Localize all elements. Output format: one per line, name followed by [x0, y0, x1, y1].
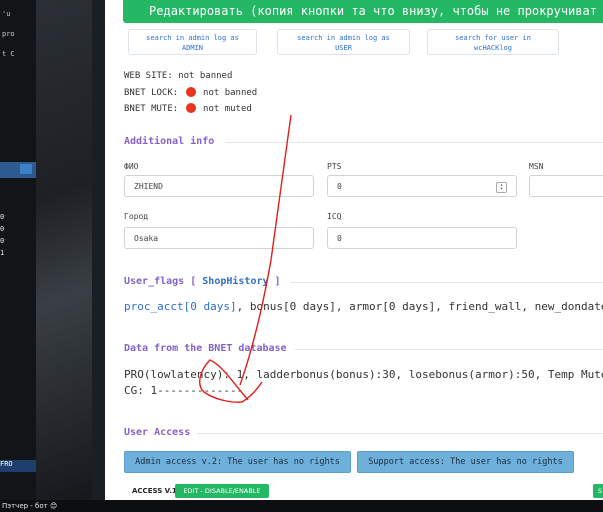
button-line: search in admin log as [146, 34, 239, 42]
msn-label: MSN [529, 162, 544, 171]
bnet-mute-label: BNET MUTE: [124, 104, 179, 114]
background-snippet: t C [2, 50, 15, 58]
background-row: 0 [0, 213, 5, 221]
status-dot-icon [185, 103, 196, 113]
admin-access-button[interactable]: Admin access v.2: The user has no rights [124, 451, 351, 473]
section-divider [197, 433, 603, 434]
msn-input[interactable] [529, 175, 603, 197]
website-status: WEB SITE: not banned [124, 71, 233, 81]
icq-label: ICQ [327, 212, 342, 221]
background-row: 0 [0, 225, 5, 233]
bnet-mute-value: not muted [203, 104, 252, 114]
spinner-icon[interactable]: ▴ ▾ [496, 182, 507, 193]
city-input[interactable]: Osaka [124, 227, 314, 249]
support-access-button[interactable]: Support access: The user has no rights [357, 451, 574, 473]
search-admin-log-admin-button[interactable]: search in admin log as ADMIN [128, 29, 257, 55]
button-line: search in admin log as [297, 34, 390, 42]
bnet-mute-status: BNET MUTE: not muted [124, 103, 252, 114]
user-flags-list: proc_acct[0 days], bonus[0 days], armor[… [124, 300, 603, 313]
section-divider [290, 282, 603, 283]
background-row: 0 [0, 237, 5, 245]
edit-top-button[interactable]: Редактировать (копия кнопки та что внизу… [123, 0, 603, 23]
bnet-lock-status: BNET LOCK: not banned [124, 87, 257, 98]
pts-input[interactable]: 0 ▴ ▾ [327, 175, 517, 197]
button-line: USER [335, 44, 352, 52]
user-access-title: User Access [124, 427, 191, 438]
background-row: 1 [0, 249, 5, 257]
user-flags-title-end: ] [274, 276, 281, 287]
background-snippet: pro [2, 30, 15, 38]
bnet-lock-label: BNET LOCK: [124, 88, 179, 98]
access-v1-label: ACCESS V.1 [132, 487, 177, 495]
user-flags-title-text: User_flags [ [124, 276, 197, 287]
section-divider [225, 142, 603, 143]
fio-label: ФИО [124, 162, 139, 171]
status-dot-icon [185, 87, 196, 97]
user-flags-rest: , bonus[0 days], armor[0 days], friend_w… [236, 300, 603, 313]
bnet-data-line: CG: 1------------- [124, 384, 244, 397]
shop-history-link[interactable]: ShopHistory [202, 276, 268, 287]
search-admin-log-user-button[interactable]: search in admin log as USER [277, 29, 410, 55]
taskbar-text: Пэтчер - бот 😊 [0, 500, 603, 512]
user-admin-page: Редактировать (копия кнопки та что внизу… [105, 0, 603, 500]
bnet-lock-value: not banned [203, 88, 258, 98]
section-divider [295, 349, 603, 350]
pts-value: 0 [337, 182, 342, 191]
button-line: search for user in [455, 34, 531, 42]
bnet-data-title: Data from the BNET database [124, 343, 287, 354]
bnet-data-line: PRO(lowlatency): 1, ladderbonus(bonus):3… [124, 368, 603, 381]
fio-input[interactable]: ZHIEND [124, 175, 314, 197]
proc-acct-link[interactable]: proc_acct[0 days] [124, 300, 237, 313]
user-flags-title: User_flags [ ShopHistory ] [124, 276, 281, 287]
background-snippet: 'u [2, 10, 11, 18]
background-row: FRO [0, 460, 36, 472]
background-window: 'u pro t C 0 0 0 1 FRO [0, 0, 36, 500]
icq-input[interactable]: 0 [327, 227, 517, 249]
save-button-partial[interactable]: S [593, 484, 603, 498]
button-line: wcHACKlog [474, 44, 512, 52]
button-line: ADMIN [181, 44, 204, 52]
search-wchacklog-button[interactable]: search for user in wcHACKlog [427, 29, 559, 55]
background-toolbar-icon [20, 164, 32, 174]
edit-disable-enable-button[interactable]: EDIT - DISABLE/ENABLE [175, 484, 269, 498]
additional-info-title: Additional info [124, 136, 215, 147]
pts-label: PTS [327, 162, 342, 171]
city-label: Город [124, 212, 149, 221]
